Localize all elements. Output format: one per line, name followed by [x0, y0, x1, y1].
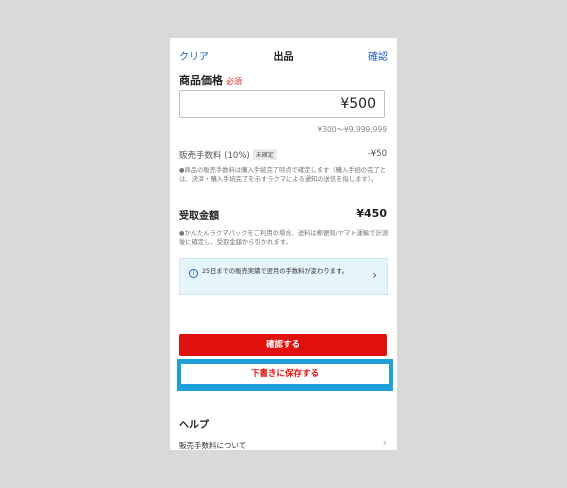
fee-info-banner[interactable]: i 25日までの販売実績で翌月の手数料が変わります。 › [179, 258, 388, 295]
confirm-button[interactable]: 確認する [179, 334, 387, 356]
help-item-fee[interactable]: 販売手数料について [179, 440, 246, 450]
chevron-right-icon: › [382, 436, 387, 449]
fee-label-text: 販売手数料 (10%) [179, 151, 250, 161]
receive-label: 受取金額 [179, 211, 219, 222]
receive-note: ●かんたんラクマパックをご利用の場合、送料は郵便局/ヤマト運輸で計測後に確定し、… [179, 230, 389, 246]
info-icon: i [189, 269, 198, 278]
confirm-nav-button[interactable]: 確認 [368, 48, 388, 63]
info-text: 25日までの販売実績で翌月の手数料が変わります。 [202, 268, 348, 275]
fee-value: -¥50 [367, 149, 387, 159]
fee-note: ●商品の販売手数料は購入手続完了時点で確定します（購入手続の完了とは、決済・購入… [179, 167, 386, 183]
required-badge: 必須 [226, 77, 242, 86]
unconfirmed-badge: 未確定 [252, 149, 277, 160]
listing-screen: クリア 出品 確認 商品価格 必須 ¥500 ¥300～¥9,999,999 販売… [170, 38, 397, 450]
price-label: 商品価格 必須 [179, 72, 242, 88]
page-title: 出品 [273, 52, 294, 63]
save-draft-button[interactable]: 下書きに保存する [181, 364, 389, 384]
fee-label: 販売手数料 (10%) 未確定 [179, 149, 277, 161]
save-draft-highlight: 下書きに保存する [177, 359, 393, 391]
chevron-right-icon: › [372, 268, 377, 282]
price-label-text: 商品価格 [179, 74, 223, 87]
price-input[interactable]: ¥500 [179, 90, 385, 118]
nav-bar: クリア 出品 確認 [170, 38, 397, 72]
help-title: ヘルプ [179, 420, 209, 431]
receive-value: ¥450 [356, 207, 387, 220]
price-range: ¥300～¥9,999,999 [317, 125, 387, 134]
